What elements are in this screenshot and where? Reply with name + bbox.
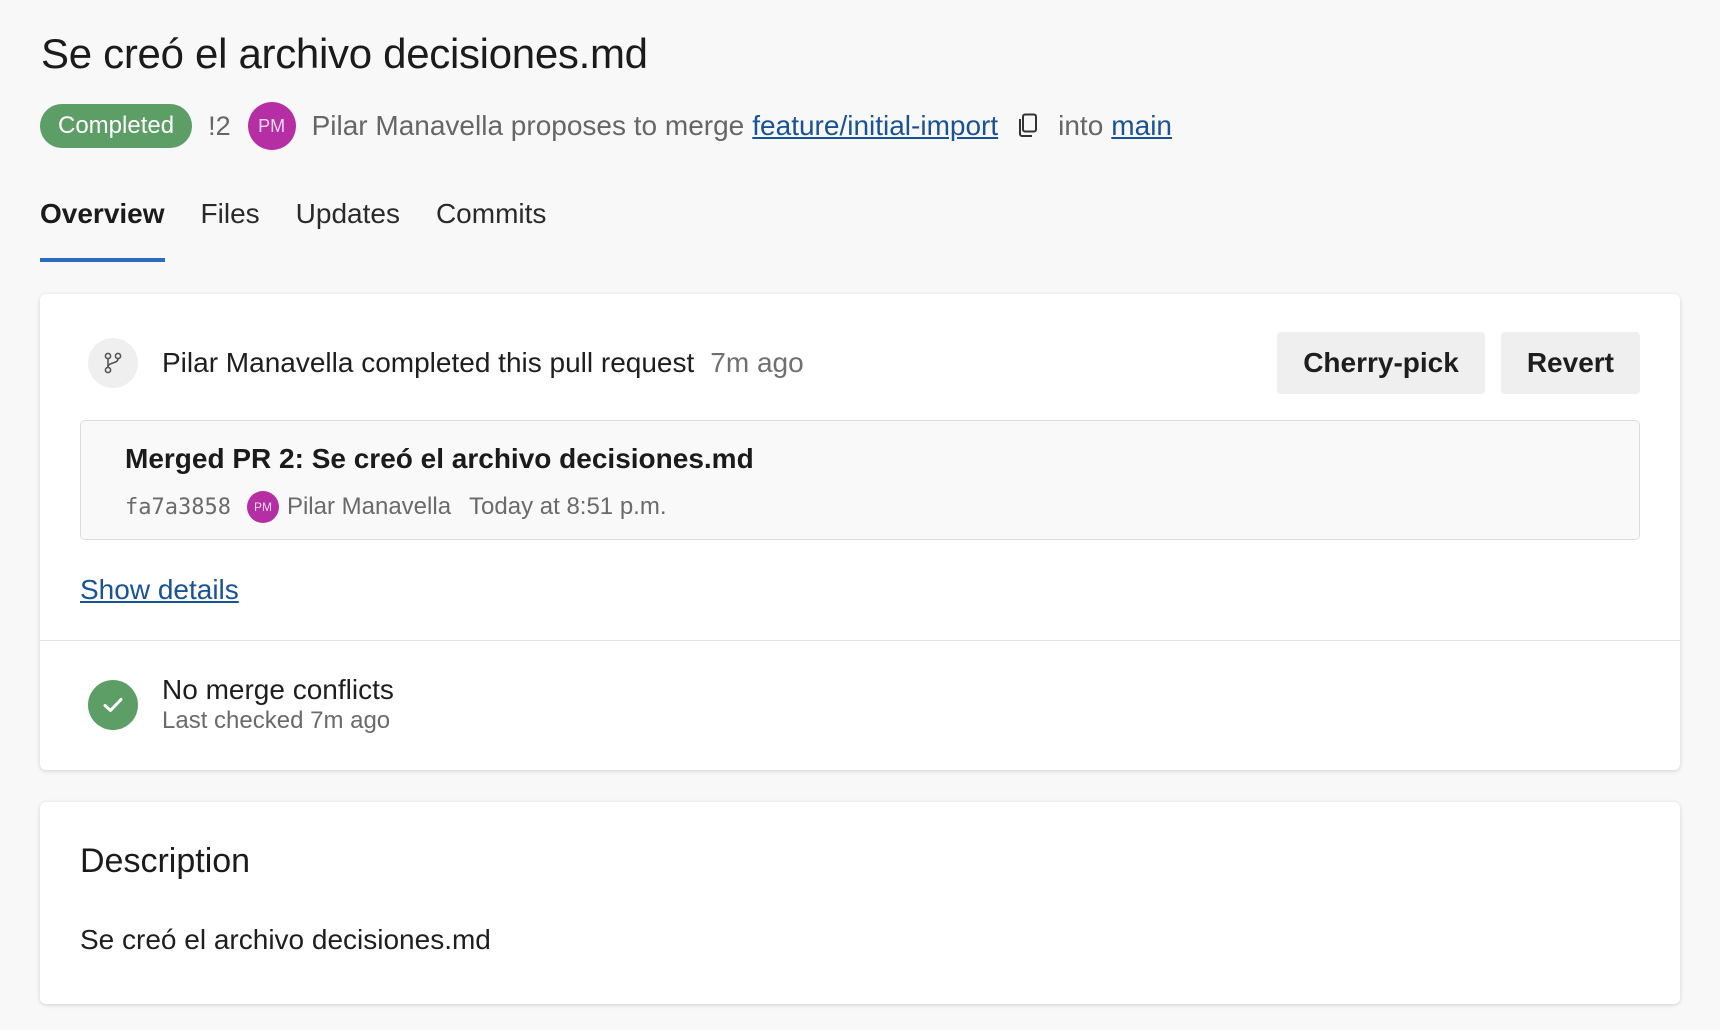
commit-meta: fa7a3858 PM Pilar Manavella Today at 8:5… bbox=[125, 491, 667, 523]
page-title: Se creó el archivo decisiones.md bbox=[41, 30, 648, 77]
copy-icon[interactable] bbox=[1014, 112, 1042, 140]
commit-author-avatar: PM bbox=[246, 491, 279, 523]
description-heading: Description bbox=[80, 842, 251, 880]
tab-commits[interactable]: Commits bbox=[436, 196, 546, 262]
merge-commit-box[interactable]: Merged PR 2: Se creó el archivo decision… bbox=[80, 420, 1640, 540]
into-text: into bbox=[1058, 110, 1104, 141]
merge-status-subtitle: Last checked 7m ago bbox=[162, 707, 391, 734]
merge-icon bbox=[88, 338, 138, 388]
source-branch-link[interactable]: feature/initial-import bbox=[752, 110, 998, 142]
avatar[interactable]: PM bbox=[247, 102, 296, 150]
completion-activity: Pilar Manavella completed this pull requ… bbox=[88, 332, 1640, 394]
merge-status-title: No merge conflicts bbox=[162, 674, 394, 705]
commit-title: Merged PR 2: Se creó el archivo decision… bbox=[125, 443, 754, 474]
pr-meta-row: Completed !2 PM Pilar Manavella proposes… bbox=[40, 102, 1172, 150]
activity-card: Pilar Manavella completed this pull requ… bbox=[40, 294, 1680, 770]
proposal-text: Pilar Manavella proposes to merge bbox=[311, 110, 745, 141]
tab-bar: Overview Files Updates Commits bbox=[40, 196, 582, 262]
commit-date: Today at 8:51 p.m. bbox=[469, 493, 667, 520]
cherry-pick-button[interactable]: Cherry-pick bbox=[1277, 332, 1485, 394]
commit-hash[interactable]: fa7a3858 bbox=[125, 495, 231, 520]
tab-updates[interactable]: Updates bbox=[296, 196, 400, 262]
activity-time: 7m ago bbox=[710, 347, 804, 378]
merge-status-text: No merge conflicts Last checked 7m ago bbox=[162, 674, 394, 736]
action-buttons: Cherry-pick Revert bbox=[1277, 332, 1640, 394]
check-icon bbox=[88, 680, 138, 730]
merge-status: No merge conflicts Last checked 7m ago bbox=[88, 674, 394, 736]
revert-button[interactable]: Revert bbox=[1500, 332, 1640, 394]
tab-overview[interactable]: Overview bbox=[40, 196, 165, 262]
status-badge: Completed bbox=[40, 104, 193, 148]
activity-text: Pilar Manavella completed this pull requ… bbox=[162, 347, 695, 378]
divider bbox=[40, 640, 1680, 641]
commit-author: Pilar Manavella bbox=[286, 493, 452, 520]
pr-id: !2 bbox=[208, 110, 231, 141]
description-body: Se creó el archivo decisiones.md bbox=[80, 924, 491, 955]
show-details-link[interactable]: Show details bbox=[80, 574, 239, 606]
target-branch-link[interactable]: main bbox=[1111, 110, 1172, 142]
tab-files[interactable]: Files bbox=[201, 196, 260, 262]
description-card: Description Se creó el archivo decisione… bbox=[40, 802, 1680, 1004]
